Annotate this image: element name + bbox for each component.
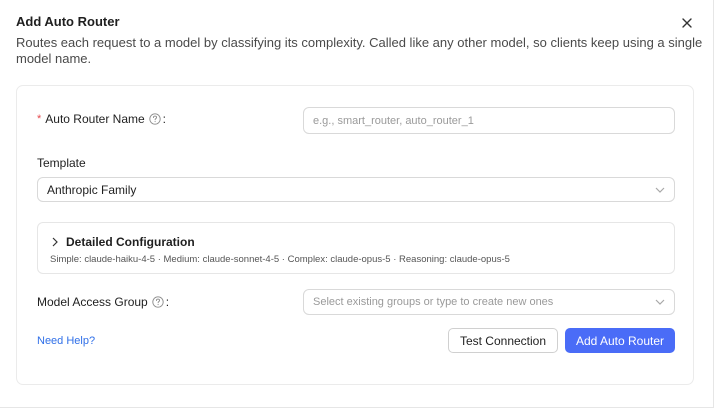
router-name-placeholder: e.g., smart_router, auto_router_1 [313, 114, 474, 127]
access-group-colon: : [165, 295, 170, 309]
detailed-configuration-panel: Detailed Configuration Simple: claude-ha… [37, 222, 675, 274]
detailed-configuration-summary: Simple: claude-haiku-4-5 · Medium: claud… [50, 254, 510, 265]
auto-router-form: * Auto Router Name : e.g., smart_router,… [16, 85, 694, 385]
router-name-input[interactable]: e.g., smart_router, auto_router_1 [303, 107, 675, 134]
template-selected-value: Anthropic Family [47, 182, 137, 197]
template-label: Template [37, 156, 86, 170]
access-group-placeholder: Select existing groups or type to create… [313, 296, 554, 308]
router-name-colon: : [162, 112, 167, 126]
chevron-right-icon [52, 237, 58, 247]
required-mark: * [37, 113, 42, 125]
add-auto-router-button[interactable]: Add Auto Router [565, 328, 675, 353]
access-group-select[interactable]: Select existing groups or type to create… [303, 289, 675, 315]
router-name-label-text: Auto Router Name [45, 112, 145, 126]
router-name-label: * Auto Router Name : [37, 112, 166, 126]
access-group-label-text: Model Access Group [37, 295, 148, 309]
add-auto-router-modal: Add Auto Router Routes each request to a… [0, 0, 714, 408]
question-circle-icon[interactable] [149, 113, 161, 125]
chevron-down-icon [655, 187, 665, 193]
detailed-configuration-title: Detailed Configuration [66, 235, 195, 249]
template-select[interactable]: Anthropic Family [37, 177, 675, 202]
close-icon [682, 18, 692, 28]
detailed-configuration-toggle[interactable]: Detailed Configuration [52, 235, 195, 249]
question-circle-icon[interactable] [152, 296, 164, 308]
chevron-down-icon [655, 299, 665, 305]
close-button[interactable] [678, 14, 696, 32]
need-help-link[interactable]: Need Help? [37, 335, 95, 347]
test-connection-button[interactable]: Test Connection [448, 328, 558, 353]
modal-description: Routes each request to a model by classi… [16, 35, 703, 66]
access-group-label: Model Access Group : [37, 295, 169, 309]
modal-title: Add Auto Router [16, 14, 120, 29]
